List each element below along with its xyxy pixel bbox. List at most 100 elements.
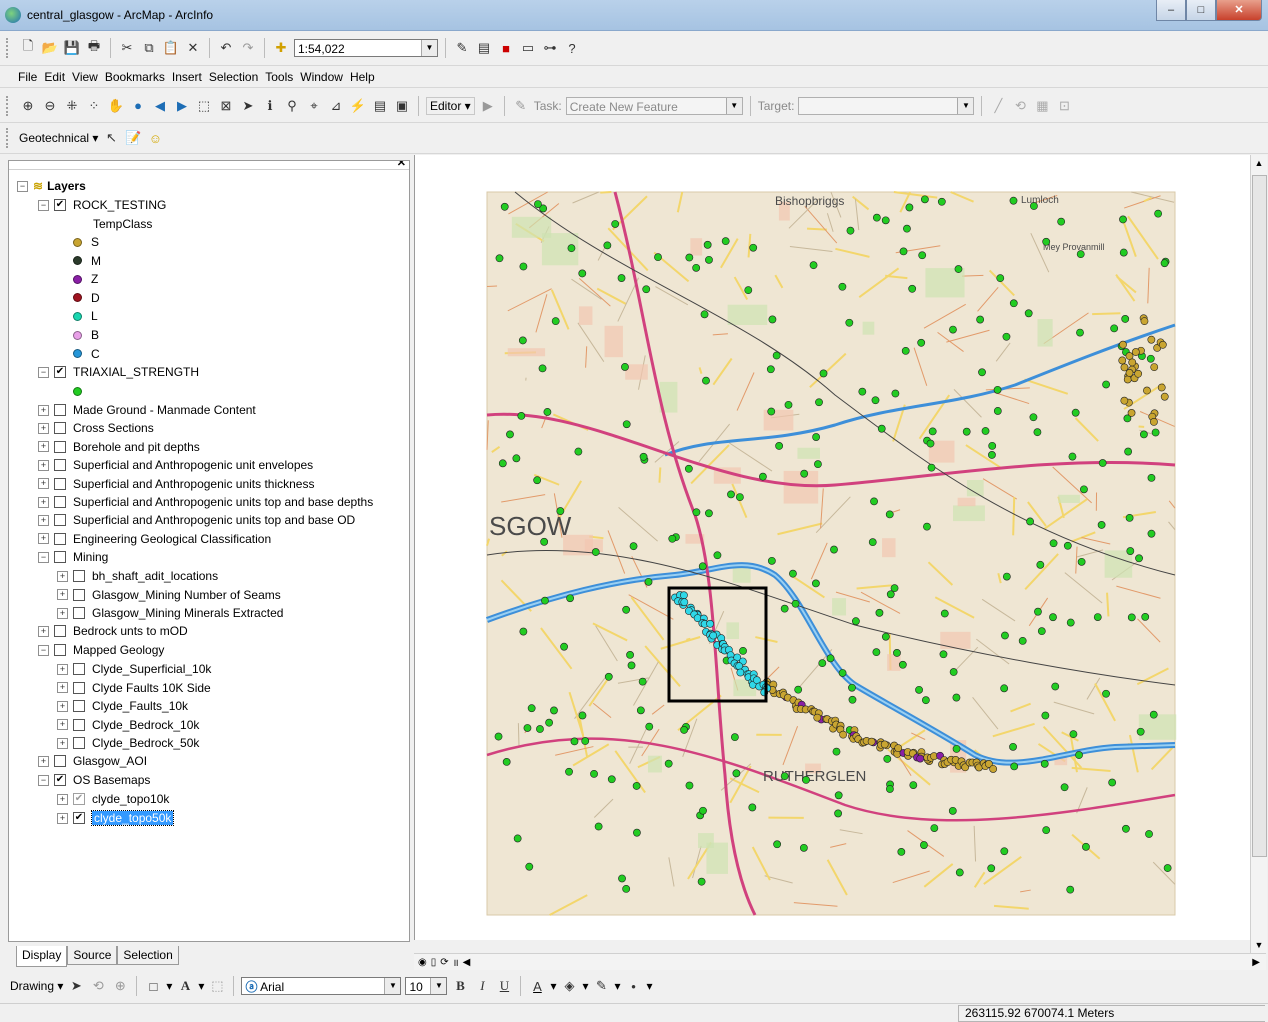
layer-visibility-checkbox[interactable]	[73, 570, 85, 582]
layer-visibility-checkbox[interactable]: ✔	[73, 793, 85, 805]
menu-selection[interactable]: Selection	[209, 70, 258, 84]
layer-visibility-checkbox[interactable]	[54, 496, 66, 508]
layer-mining-2[interactable]: +Glasgow_Mining Minerals Extracted	[57, 604, 283, 622]
sketch-properties-icon[interactable]: ⊡	[1055, 97, 1073, 115]
expand-icon[interactable]: +	[38, 756, 49, 767]
copy-icon[interactable]: ⧉	[140, 39, 158, 57]
expand-icon[interactable]: +	[38, 405, 49, 416]
layer-visibility-checkbox[interactable]	[73, 737, 85, 749]
chevron-down-icon[interactable]: ▼	[421, 40, 437, 56]
collapse-icon[interactable]: −	[38, 200, 49, 211]
layer-clyde-topo50k[interactable]: +✔clyde_topo50k	[57, 809, 173, 827]
layer-mining-1[interactable]: +Glasgow_Mining Number of Seams	[57, 586, 281, 604]
layer-geology-4[interactable]: +Clyde_Bedrock_50k	[57, 734, 199, 752]
layer-visibility-checkbox[interactable]	[54, 441, 66, 453]
undo-icon[interactable]: ↶	[217, 39, 235, 57]
layer-visibility-checkbox[interactable]	[54, 514, 66, 526]
chevron-down-icon[interactable]: ▼	[430, 978, 446, 994]
rectangle-dropdown-icon[interactable]: ▾	[166, 979, 172, 993]
pause-drawing-icon[interactable]: ॥	[453, 955, 459, 969]
expand-icon[interactable]: +	[38, 515, 49, 526]
minimize-button[interactable]: –	[1156, 0, 1186, 21]
layer-geology-3[interactable]: +Clyde_Bedrock_10k	[57, 716, 199, 734]
layer-group-5[interactable]: +Superficial and Anthropogenic units top…	[38, 493, 373, 511]
expand-icon[interactable]: +	[57, 682, 68, 693]
close-toc-icon[interactable]: ✕	[397, 160, 406, 169]
cut-icon[interactable]: ✂	[118, 39, 136, 57]
print-icon[interactable]: 🖶	[85, 39, 103, 57]
expand-icon[interactable]: +	[57, 608, 68, 619]
line-color-dropdown-icon[interactable]: ▾	[615, 979, 621, 993]
drawing-menu[interactable]: Drawing ▾	[10, 979, 63, 993]
target-combo[interactable]: ▼	[798, 97, 974, 115]
layer-visibility-checkbox[interactable]	[73, 663, 85, 675]
layer-visibility-checkbox[interactable]	[54, 404, 66, 416]
scroll-thumb[interactable]	[1252, 175, 1267, 857]
editor-menu[interactable]: Editor ▾	[426, 97, 475, 115]
menu-file[interactable]: File	[18, 70, 37, 84]
menu-insert[interactable]: Insert	[172, 70, 202, 84]
expand-icon[interactable]: +	[57, 719, 68, 730]
layer-os-basemaps[interactable]: −✔OS Basemaps	[38, 771, 150, 789]
layer-visibility-checkbox[interactable]	[54, 478, 66, 490]
italic-icon[interactable]: I	[473, 977, 491, 995]
model-builder-icon[interactable]: ⊶	[541, 39, 559, 57]
expand-icon[interactable]: +	[38, 497, 49, 508]
tab-display[interactable]: Display	[16, 946, 67, 967]
map-canvas[interactable]: SGOW RUTHERGLEN Bishopbriggs Lumloch Mey…	[415, 155, 1251, 940]
clear-selection-icon[interactable]: ⊠	[217, 97, 235, 115]
layer-visibility-checkbox[interactable]: ✔	[54, 199, 66, 211]
hyperlink-icon[interactable]: ⚡	[349, 97, 367, 115]
rotate-icon[interactable]: ⟲	[89, 977, 107, 995]
rectangle-tool-icon[interactable]: □	[144, 977, 162, 995]
layer-visibility-checkbox[interactable]	[73, 700, 85, 712]
edit-vertices-icon[interactable]: ⬚	[208, 977, 226, 995]
layer-geology-0[interactable]: +Clyde_Superficial_10k	[57, 660, 211, 678]
geotech-pointer-icon[interactable]: ↖	[102, 129, 120, 147]
layer-group-0[interactable]: +Made Ground - Manmade Content	[38, 401, 256, 419]
expand-icon[interactable]: +	[57, 738, 68, 749]
toolbar-gripper[interactable]	[6, 128, 11, 148]
identify-icon[interactable]: ℹ	[261, 97, 279, 115]
measure-icon[interactable]: ⊿	[327, 97, 345, 115]
font-color-icon[interactable]: A	[528, 977, 546, 995]
back-extent-icon[interactable]: ◀	[151, 97, 169, 115]
expand-icon[interactable]: +	[38, 441, 49, 452]
expand-icon[interactable]: +	[57, 701, 68, 712]
expand-icon[interactable]: +	[38, 478, 49, 489]
layer-geology-2[interactable]: +Clyde_Faults_10k	[57, 697, 188, 715]
fill-color-dropdown-icon[interactable]: ▾	[582, 979, 588, 993]
smiley-icon[interactable]: ☺	[146, 129, 164, 147]
layer-visibility-checkbox[interactable]	[73, 607, 85, 619]
collapse-icon[interactable]: −	[38, 552, 49, 563]
marker-color-icon[interactable]: •	[625, 977, 643, 995]
fixed-zoom-in-icon[interactable]: ⁜	[63, 97, 81, 115]
select-elements-icon[interactable]: ➤	[67, 977, 85, 995]
expand-icon[interactable]: +	[57, 813, 68, 824]
layer-visibility-checkbox[interactable]	[54, 533, 66, 545]
arctoolbox-icon[interactable]: ■	[497, 39, 515, 57]
scroll-up-icon[interactable]: ▲	[1251, 155, 1267, 171]
layer-mining-0[interactable]: +bh_shaft_adit_locations	[57, 567, 218, 585]
layer-geology-1[interactable]: +Clyde Faults 10K Side	[57, 679, 211, 697]
paste-icon[interactable]: 📋	[162, 39, 180, 57]
layer-visibility-checkbox[interactable]	[73, 682, 85, 694]
whats-this-help-icon[interactable]: ?	[563, 39, 581, 57]
toolbar-gripper[interactable]	[6, 38, 11, 58]
layer-glasgow-aoi[interactable]: +Glasgow_AOI	[38, 752, 147, 770]
collapse-icon[interactable]: −	[17, 181, 28, 192]
select-features-icon[interactable]: ⬚	[195, 97, 213, 115]
map-vertical-scrollbar[interactable]: ▲ ▼	[1250, 155, 1267, 953]
layer-visibility-checkbox[interactable]	[54, 422, 66, 434]
map-scale-combo[interactable]: 1:54,022 ▼	[294, 39, 438, 57]
layer-mining[interactable]: −Mining	[38, 548, 108, 566]
expand-icon[interactable]: +	[38, 423, 49, 434]
zoom-to-selected-icon[interactable]: ⊕	[111, 977, 129, 995]
layer-visibility-checkbox[interactable]: ✔	[73, 812, 85, 824]
task-combo[interactable]: Create New Feature ▼	[566, 97, 743, 115]
layer-visibility-checkbox[interactable]: ✔	[54, 366, 66, 378]
chevron-down-icon[interactable]: ▼	[384, 978, 400, 994]
layer-mapped-geology[interactable]: −Mapped Geology	[38, 641, 164, 659]
layer-visibility-checkbox[interactable]	[73, 719, 85, 731]
scroll-down-icon[interactable]: ▼	[1251, 937, 1267, 953]
